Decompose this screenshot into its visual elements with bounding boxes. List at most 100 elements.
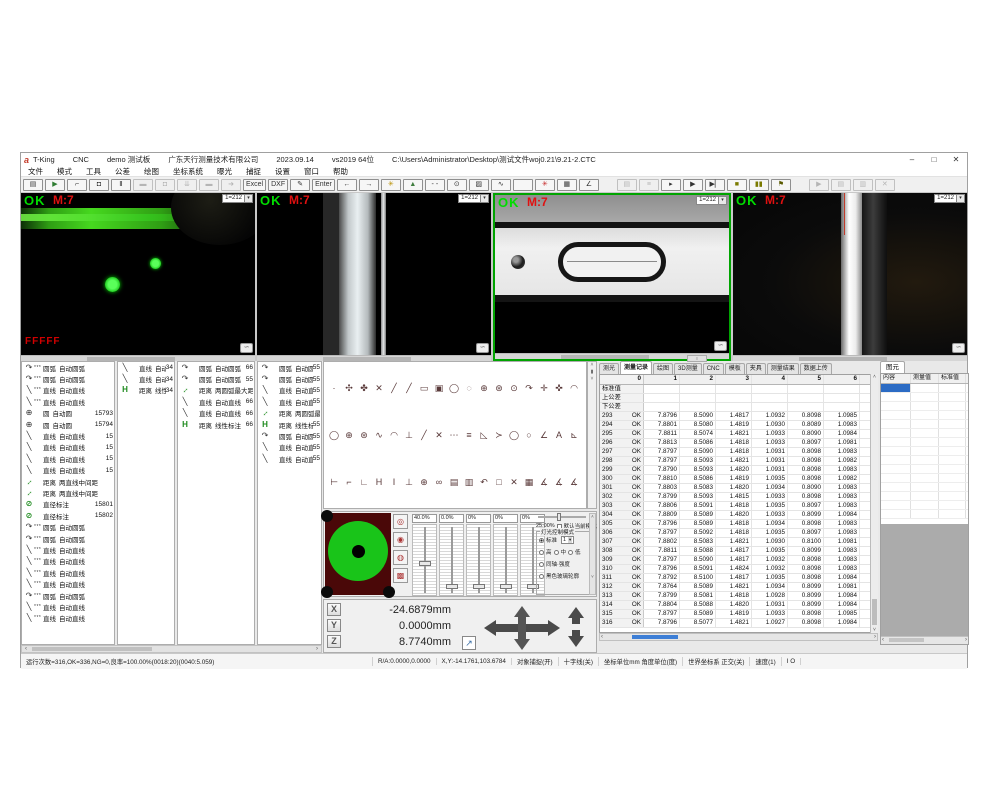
- palette-tool-icon[interactable]: ✕: [372, 381, 386, 395]
- tab-模板[interactable]: 模板: [725, 363, 745, 374]
- enter-button[interactable]: Enter: [312, 179, 335, 191]
- feature-item[interactable]: ╲***直线自动直线: [22, 613, 114, 624]
- menu-item-曝光[interactable]: 曝光: [210, 166, 239, 177]
- feature-item[interactable]: ╲***直线自动直线: [22, 601, 114, 612]
- slider-thumb[interactable]: [500, 584, 512, 589]
- probe-button[interactable]: ◘: [89, 179, 109, 191]
- palette-tool-icon[interactable]: ▦: [522, 475, 536, 489]
- camera-grip-icon[interactable]: ∽: [714, 341, 727, 351]
- scroll-right-icon[interactable]: ›: [965, 637, 967, 643]
- table-vscrollbar[interactable]: ˄˅: [870, 374, 878, 633]
- ring-light-preview[interactable]: [325, 513, 391, 595]
- run-play-button[interactable]: ▶: [683, 179, 703, 191]
- feature-item[interactable]: ╲***直线自动直线: [22, 578, 114, 589]
- feature-item[interactable]: ↷圆弧自动圆弧55: [258, 430, 321, 441]
- standard-radio[interactable]: [539, 538, 544, 543]
- light-channel-button-3[interactable]: ◍: [393, 550, 408, 565]
- run-open-button[interactable]: ▸: [661, 179, 681, 191]
- stage-move-button[interactable]: ⌐: [67, 179, 87, 191]
- run-pause-button[interactable]: ▮▮: [749, 179, 769, 191]
- axis-x-button[interactable]: X: [327, 603, 341, 616]
- table-row[interactable]: 296OK7.88138.50861.48181.09330.80971.098…: [600, 439, 877, 448]
- element-cell[interactable]: [881, 384, 911, 392]
- palette-tool-icon[interactable]: ≻: [492, 428, 506, 442]
- tab-测量记录[interactable]: 测量记录: [620, 361, 652, 374]
- table-row[interactable]: 301OK7.88038.50831.48201.09340.80901.098…: [600, 484, 877, 493]
- palette-tool-icon[interactable]: ✜: [552, 381, 566, 395]
- feature-item[interactable]: ⊕圆自动圆15793: [22, 408, 114, 419]
- table-row[interactable]: 293OK7.87968.50901.48171.09320.80981.098…: [600, 412, 877, 421]
- element-row[interactable]: [881, 438, 968, 447]
- chevron-down-icon[interactable]: ▾: [481, 194, 489, 203]
- table-row[interactable]: 306OK7.87978.50921.48181.09350.80971.098…: [600, 529, 877, 538]
- table-row[interactable]: 311OK7.87928.51001.48171.09350.80981.098…: [600, 574, 877, 583]
- palette-tool-icon[interactable]: ↷: [522, 381, 536, 395]
- palette-tool-icon[interactable]: ⌐: [342, 475, 356, 489]
- palette-tool-icon[interactable]: ∡: [552, 475, 566, 489]
- xy-jog-arrows[interactable]: [484, 606, 584, 650]
- tolerance-row[interactable]: 上公差: [600, 394, 877, 403]
- excel-export-button[interactable]: Excel: [243, 179, 266, 191]
- palette-tool-icon[interactable]: ·: [327, 381, 341, 395]
- feature-item[interactable]: ↷***圆弧自动圆弧: [22, 521, 114, 532]
- feature-item[interactable]: ╲直线自动直线55: [258, 453, 321, 464]
- element-row[interactable]: [881, 465, 968, 474]
- feature-item[interactable]: ╲直线自动直线55: [258, 385, 321, 396]
- maximize-button[interactable]: □: [923, 153, 945, 166]
- element-row[interactable]: [881, 483, 968, 492]
- element-row[interactable]: [881, 420, 968, 429]
- menu-item-坐标系统[interactable]: 坐标系统: [166, 166, 210, 177]
- close-button[interactable]: ✕: [945, 153, 967, 166]
- feature-item[interactable]: ╲***直线自动直线: [22, 396, 114, 407]
- table-row[interactable]: 295OK7.88118.50741.48211.09330.80901.098…: [600, 430, 877, 439]
- level-radio-中[interactable]: [554, 550, 559, 555]
- palette-tool-icon[interactable]: ╱: [417, 428, 431, 442]
- options-scrollbar[interactable]: ˄˅: [589, 513, 596, 595]
- feature-item[interactable]: H距离线性标注66: [178, 419, 254, 430]
- tab-绘图[interactable]: 绘图: [653, 363, 673, 374]
- feature-item[interactable]: ⊘直径标注15801: [22, 499, 114, 510]
- scroll-left-icon[interactable]: ‹: [22, 646, 30, 652]
- scroll-thumb[interactable]: [632, 635, 678, 639]
- master-light-slider[interactable]: [538, 516, 586, 518]
- feature-item[interactable]: ╲***直线自动直线: [22, 556, 114, 567]
- focus-star-button[interactable]: ✳: [535, 179, 555, 191]
- table-row[interactable]: 316OK7.87968.50771.48211.09270.80981.098…: [600, 619, 877, 628]
- scroll-thumb[interactable]: [889, 638, 924, 642]
- light-channel-button-4[interactable]: ▩: [393, 568, 408, 583]
- prev-step-button[interactable]: ←: [337, 179, 357, 191]
- curve-tool-button[interactable]: ∿: [491, 179, 511, 191]
- feature-item[interactable]: ↷圆弧自动圆弧55: [258, 373, 321, 384]
- chevron-down-icon[interactable]: ▾: [245, 194, 253, 203]
- diagonal-move-button[interactable]: ↗: [462, 636, 476, 650]
- slider-thumb[interactable]: [419, 561, 431, 566]
- feature-item[interactable]: ↷圆弧自动圆弧55: [178, 373, 254, 384]
- table-row[interactable]: 303OK7.88068.50911.48181.09350.80971.098…: [600, 502, 877, 511]
- barcode-button[interactable]: ▦: [557, 179, 577, 191]
- palette-tool-icon[interactable]: ⊾: [567, 428, 581, 442]
- camera-zoom-select[interactable]: 1=212▾: [222, 194, 253, 203]
- palette-tool-icon[interactable]: ▥: [462, 475, 476, 489]
- menu-item-模式[interactable]: 模式: [50, 166, 79, 177]
- light-channel-button-2[interactable]: ◉: [393, 532, 408, 547]
- light-channel-button-1[interactable]: ◎: [393, 514, 408, 529]
- palette-tool-icon[interactable]: ∞: [432, 475, 446, 489]
- palette-tool-icon[interactable]: ∿: [372, 428, 386, 442]
- palette-tool-icon[interactable]: ≡: [462, 428, 476, 442]
- slider-track[interactable]: [412, 524, 437, 596]
- scroll-thumb[interactable]: [561, 355, 650, 359]
- feature-list-hscrollbar[interactable]: ‹ ›: [21, 645, 322, 653]
- tab-测量结果[interactable]: 测量结果: [767, 363, 799, 374]
- feature-item[interactable]: ╲直线自动直线34: [118, 373, 174, 384]
- table-row[interactable]: 300OK7.88108.50861.48191.09350.80981.098…: [600, 475, 877, 484]
- palette-tool-icon[interactable]: A: [552, 428, 566, 442]
- feature-item[interactable]: ╲直线自动直线15: [22, 465, 114, 476]
- feature-item[interactable]: ↷***圆弧自动圆弧: [22, 373, 114, 384]
- feature-item[interactable]: ⊕圆自动圆15794: [22, 419, 114, 430]
- tab-夹具[interactable]: 夹具: [746, 363, 766, 374]
- feature-item[interactable]: H距离线性标注34: [118, 385, 174, 396]
- feature-item[interactable]: ↷***圆弧自动圆弧: [22, 533, 114, 544]
- dash-tool-button[interactable]: - -: [425, 179, 445, 191]
- chart-button[interactable]: ∠: [579, 179, 599, 191]
- palette-tool-icon[interactable]: ✕: [432, 428, 446, 442]
